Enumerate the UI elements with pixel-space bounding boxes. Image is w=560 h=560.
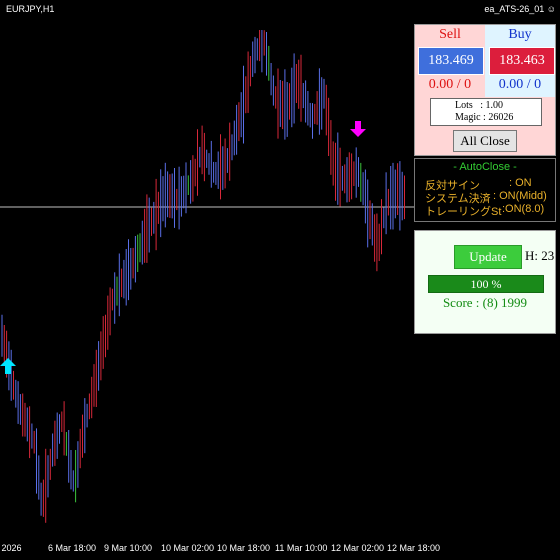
autoclose-row-label: トレーリングSt bbox=[425, 206, 502, 218]
autoclose-row-value: : ON(Midd) bbox=[493, 190, 547, 202]
autoclose-row-trailing-stop: トレーリングSt :ON(8.0) bbox=[425, 203, 544, 219]
magic-value: Magic : 26026 bbox=[455, 112, 514, 123]
update-button[interactable]: Update bbox=[454, 245, 522, 269]
autoclose-title: - AutoClose - bbox=[453, 161, 517, 173]
x-tick-label: 6 Mar 18:00 bbox=[48, 543, 97, 553]
progress-bar-label: 100 % bbox=[470, 277, 502, 291]
sell-button[interactable]: 183.469 bbox=[418, 47, 484, 75]
x-tick-label: 12 Mar 18:00 bbox=[387, 543, 441, 553]
autoclose-panel: - AutoClose - 反対サイン : ON システム決済 : ON(Mid… bbox=[414, 158, 556, 222]
trade-panel: Sell Buy 183.469 183.463 0.00 / 0 0.00 /… bbox=[414, 24, 556, 156]
sell-label: Sell bbox=[439, 27, 461, 42]
hours-label: H: 23 bbox=[525, 248, 555, 263]
progress-bar: 100 % bbox=[428, 275, 544, 293]
buy-button[interactable]: 183.463 bbox=[489, 47, 555, 75]
lots-magic-box: Lots : 1.00 Magic : 26026 bbox=[430, 98, 542, 126]
score-panel: Update H: 23 100 % Score : (8) 1999 bbox=[414, 230, 556, 334]
x-tick-label: 9 Mar 10:00 bbox=[104, 543, 153, 553]
x-tick-label: 10 Mar 02:00 bbox=[161, 543, 215, 553]
x-tick-label: r 2026 bbox=[0, 543, 22, 553]
sell-positions-value: 0.00 / 0 bbox=[428, 77, 472, 92]
magenta-down-arrow-icon bbox=[350, 121, 366, 137]
buy-positions-value: 0.00 / 0 bbox=[498, 77, 542, 92]
x-tick-label: 11 Mar 10:00 bbox=[275, 543, 328, 553]
score-value: Score : (8) 1999 bbox=[442, 295, 528, 310]
all-close-button[interactable]: All Close bbox=[453, 130, 517, 152]
lots-value: Lots : 1.00 bbox=[455, 100, 504, 111]
ea-label-text: ea_ATS-26_01 bbox=[484, 4, 545, 14]
buy-label: Buy bbox=[508, 27, 532, 42]
autoclose-row-value: :ON(8.0) bbox=[502, 203, 545, 215]
ea-name-label: ea_ATS-26_01 ☺ bbox=[484, 4, 556, 14]
chart-symbol-label: EURJPY,H1 bbox=[6, 4, 55, 14]
autoclose-row-value: : ON bbox=[509, 177, 532, 189]
smiley-icon: ☺ bbox=[546, 4, 556, 14]
x-tick-label: 12 Mar 02:00 bbox=[331, 543, 385, 553]
x-tick-label: 10 Mar 18:00 bbox=[217, 543, 271, 553]
